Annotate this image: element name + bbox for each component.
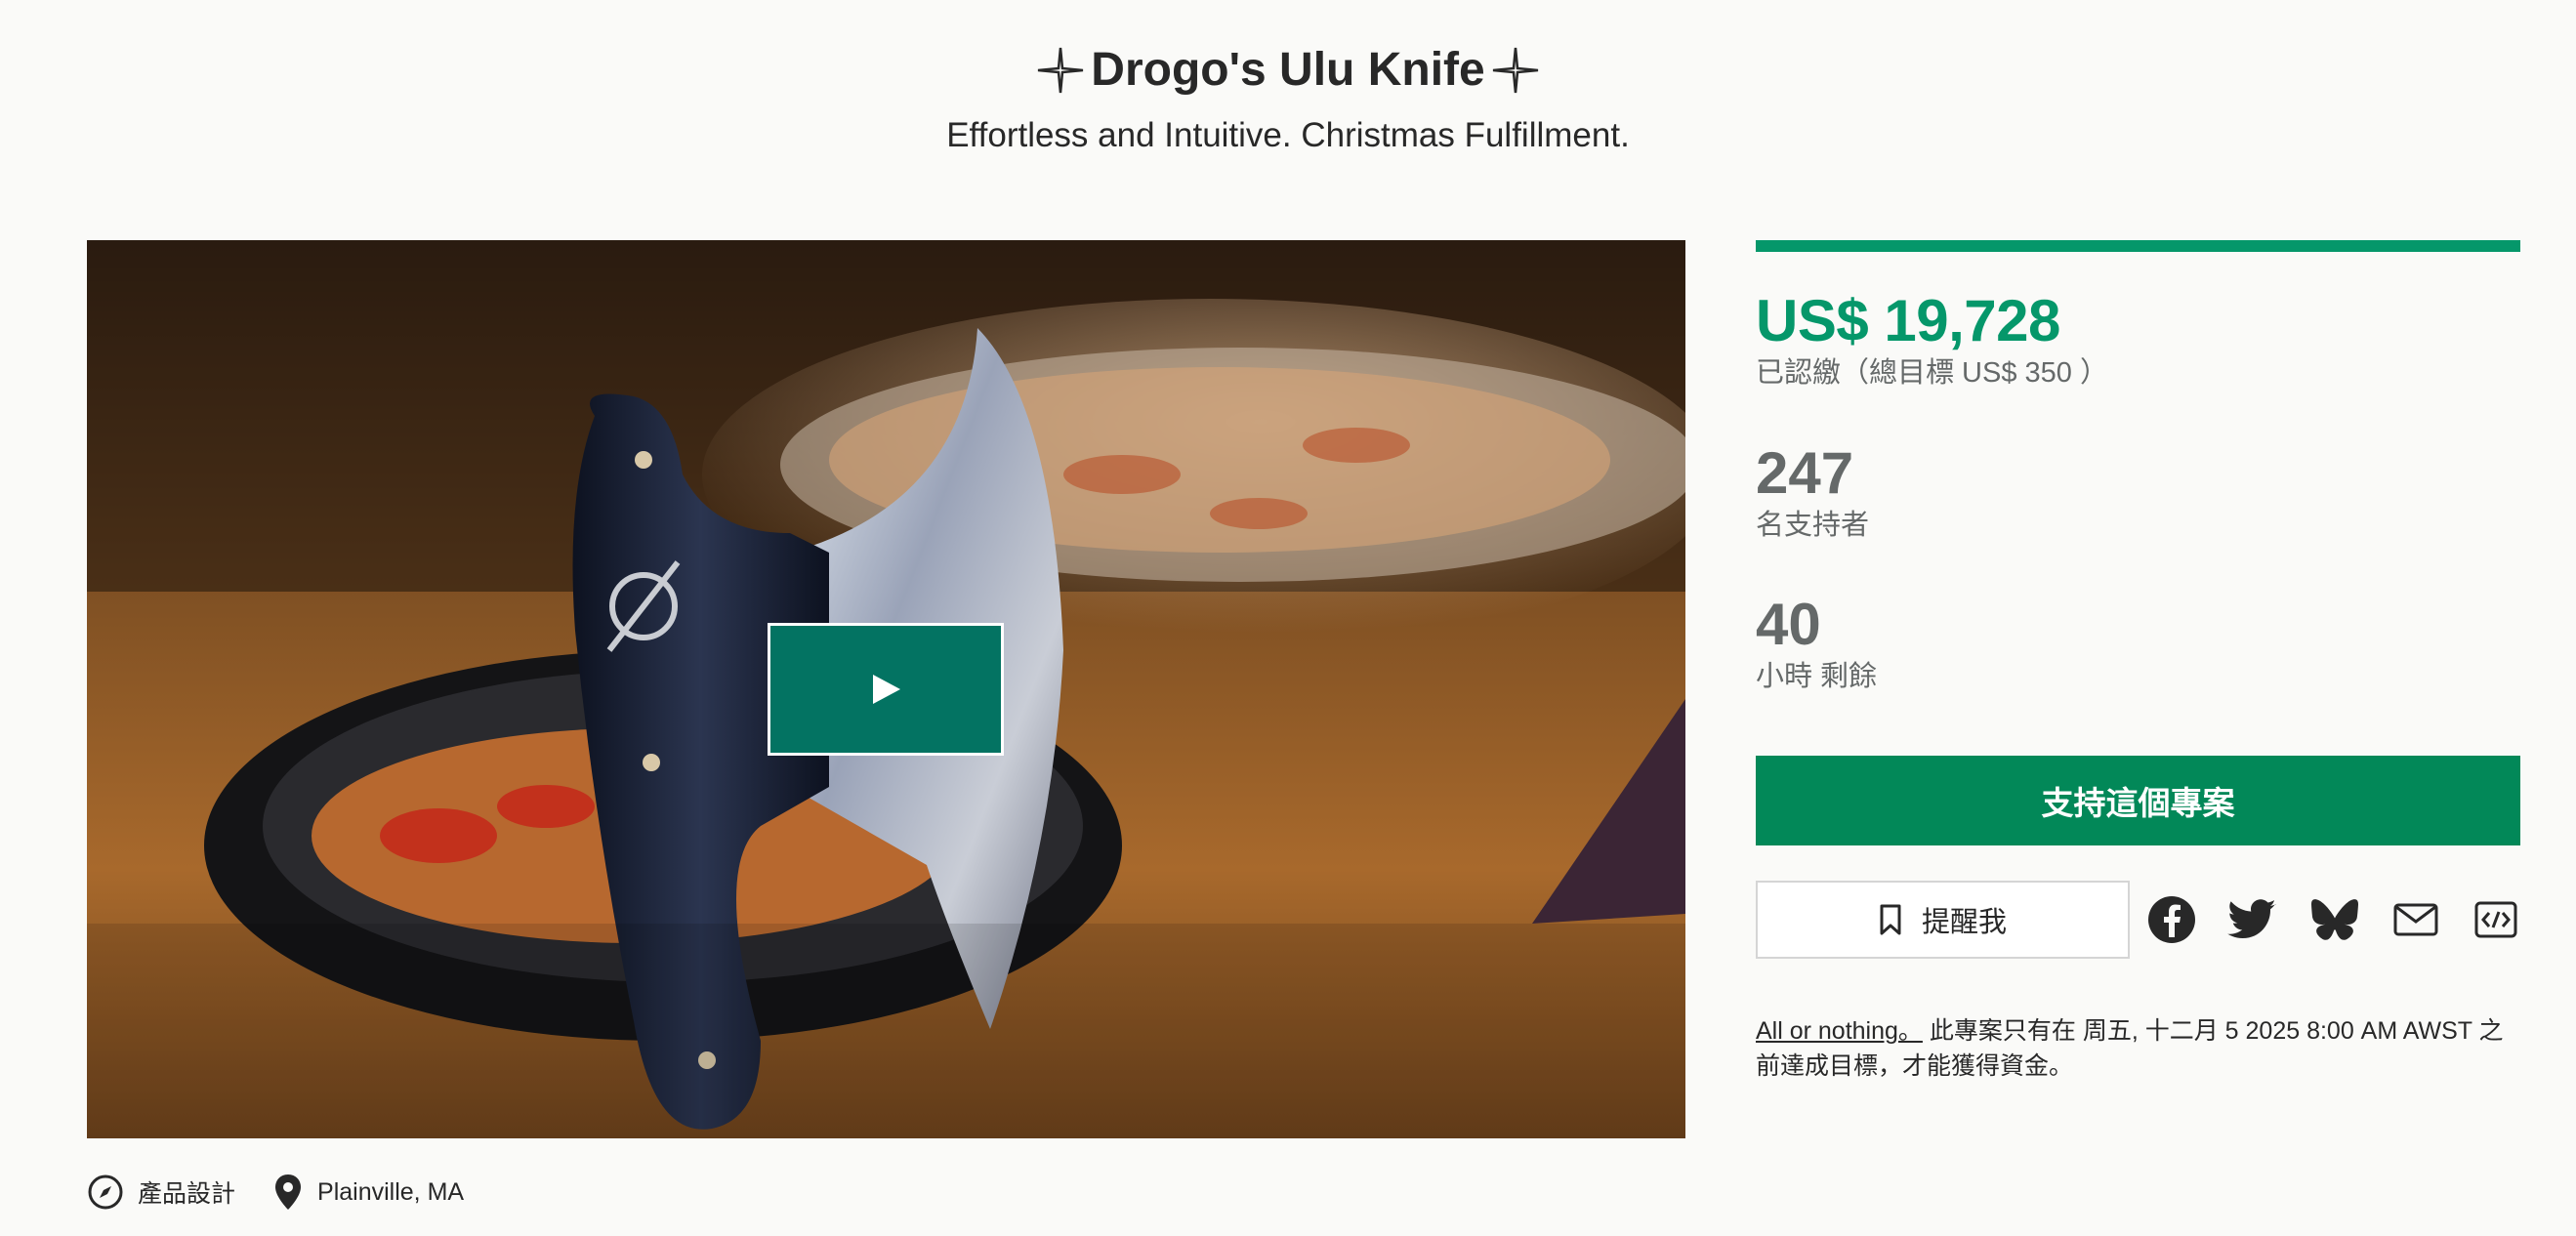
funding-note: All or nothing。 此專案只有在 周五, 十二月 5 2025 8:… <box>1756 1013 2520 1084</box>
location-label: Plainville, MA <box>317 1177 465 1206</box>
time-left-count: 40 <box>1756 592 1821 657</box>
bluesky-icon[interactable] <box>2307 892 2362 947</box>
remind-me-label: 提醒我 <box>1921 907 2007 938</box>
location-link[interactable]: Plainville, MA <box>272 1173 464 1212</box>
backers-count: 247 <box>1756 440 1854 506</box>
funding-progress-fill <box>1756 240 2520 252</box>
sparkle-icon <box>1038 47 1084 94</box>
email-icon[interactable] <box>2389 892 2443 947</box>
all-or-nothing-link[interactable]: All or nothing。 <box>1756 1017 1923 1045</box>
project-title: Drogo's Ulu Knife <box>1091 44 1485 96</box>
pledged-amount: US$ 19,728 <box>1756 288 2060 353</box>
project-meta: 產品設計 Plainville, MA <box>87 1168 501 1216</box>
project-subtitle: Effortless and Intuitive. Christmas Fulf… <box>946 116 1630 154</box>
map-pin-icon <box>275 1174 302 1210</box>
play-button[interactable] <box>768 623 1004 756</box>
facebook-icon[interactable] <box>2144 892 2199 947</box>
embed-icon[interactable] <box>2469 892 2523 947</box>
compass-icon <box>88 1174 123 1210</box>
category-link[interactable]: 產品設計 <box>87 1174 235 1211</box>
project-title-row: Drogo's Ulu Knife <box>0 41 2576 100</box>
funding-progress-bar <box>1756 240 2520 252</box>
back-project-button[interactable]: 支持這個專案 <box>1756 756 2520 845</box>
project-video[interactable] <box>87 240 1685 1138</box>
remind-me-button[interactable]: 提醒我 <box>1756 881 2130 959</box>
backers-label: 名支持者 <box>1756 510 1870 541</box>
pledged-goal-label: 已認繳（總目標 US$ 350 ） <box>1756 357 2108 389</box>
play-icon <box>873 675 900 704</box>
twitter-icon[interactable] <box>2225 892 2280 947</box>
bookmark-icon <box>1880 904 1901 935</box>
category-label: 產品設計 <box>138 1180 236 1208</box>
time-left-label: 小時 剩餘 <box>1756 661 1878 692</box>
sparkle-icon <box>1492 47 1538 94</box>
